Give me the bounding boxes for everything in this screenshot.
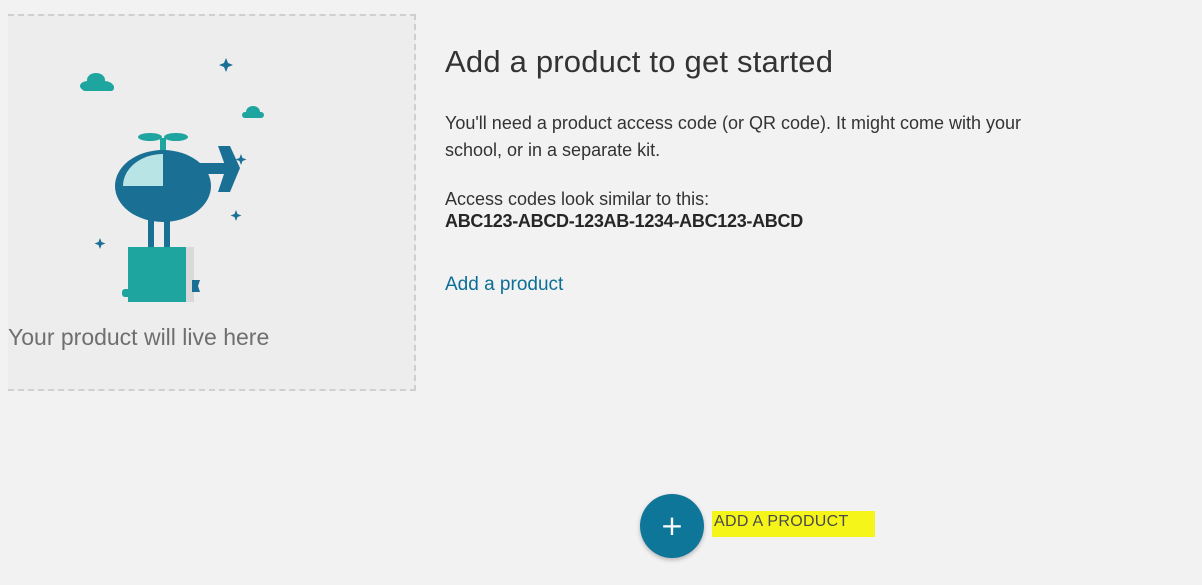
get-started-panel: Add a product to get started You'll need… (445, 44, 1202, 296)
access-code-description: You'll need a product access code (or QR… (445, 110, 1202, 164)
add-product-fab-label[interactable]: ADD A PRODUCT (712, 511, 875, 537)
page: Your product will live here Add a produc… (0, 0, 1202, 585)
placeholder-caption: Your product will live here (8, 324, 270, 350)
plus-icon: + (660, 509, 684, 542)
description-line-1: You'll need a product access code (or QR… (445, 113, 1022, 133)
access-code-example: ABC123-ABCD-123AB-1234-ABC123-ABCD (445, 211, 803, 231)
description-line-2: school, or in a separate kit. (445, 140, 661, 160)
access-code-format-label: Access codes look similar to this: (445, 189, 710, 209)
product-placeholder-card: Your product will live here (8, 14, 416, 391)
add-product-fab-button[interactable]: + (640, 494, 704, 558)
page-title: Add a product to get started (445, 44, 834, 79)
add-product-link[interactable]: Add a product (445, 274, 563, 296)
helicopter-illustration-icon (80, 58, 264, 302)
